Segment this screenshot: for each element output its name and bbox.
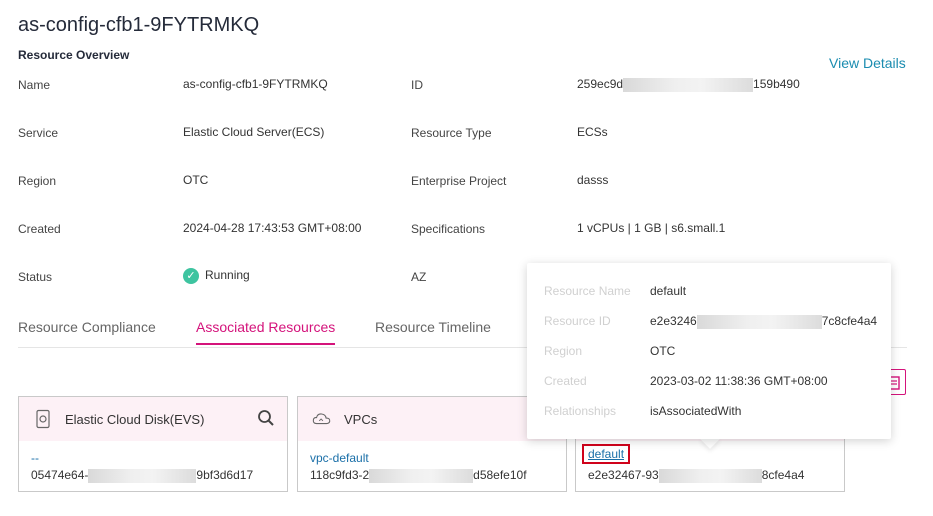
popover-id-suffix: 7c8cfe4a4: [821, 314, 878, 328]
evs-id-prefix: 05474e64-: [31, 468, 89, 482]
tab-resource-compliance[interactable]: Resource Compliance: [18, 319, 156, 335]
status-label: Status: [18, 270, 53, 284]
popover-name-label: Resource Name: [544, 284, 631, 298]
evs-card-header: Elastic Cloud Disk(EVS): [19, 397, 287, 441]
id-label: ID: [411, 78, 423, 92]
search-icon[interactable]: [257, 409, 275, 427]
vpc-resource-link[interactable]: vpc-default: [310, 451, 369, 465]
specifications-value: 1 vCPUs | 1 GB | s6.small.1: [577, 221, 726, 235]
check-circle-icon: ✓: [183, 268, 199, 284]
disk-icon: [36, 409, 50, 429]
page-title: as-config-cfb1-9FYTRMKQ: [18, 14, 260, 36]
popover-created-value: 2023-03-02 11:38:36 GMT+08:00: [650, 374, 828, 388]
active-tab-indicator: [196, 343, 335, 345]
popover-id-prefix: e2e3246: [650, 314, 697, 328]
security-group-link-text[interactable]: default: [582, 444, 631, 464]
region-value: OTC: [183, 173, 209, 187]
popover-created-label: Created: [544, 374, 587, 388]
resource-type-label: Resource Type: [411, 126, 492, 140]
evs-id-suffix: 9bf3d6d17: [196, 468, 254, 482]
vpc-card-header: VPCs: [298, 397, 566, 441]
popover-id-value: e2e3246 7c8cfe4a4: [650, 314, 877, 329]
popover-relationships-label: Relationships: [544, 404, 617, 418]
tab-associated-resources[interactable]: Associated Resources: [196, 319, 335, 335]
sg-id-mask: [658, 468, 762, 483]
vpc-id-prefix: 118c9fd3-2: [310, 468, 370, 482]
enterprise-project-label: Enterprise Project: [411, 174, 507, 188]
name-value: as-config-cfb1-9FYTRMKQ: [183, 77, 328, 91]
resource-type-value: ECSs: [577, 125, 608, 139]
vpc-resource-id: 118c9fd3-2 d58efe10f: [310, 468, 527, 483]
popover-name-value: default: [650, 284, 687, 298]
cloud-icon: [312, 413, 331, 425]
az-label: AZ: [411, 270, 427, 284]
status-text: Running: [205, 268, 250, 283]
security-group-resource-id: e2e32467-93 8cfe4a4: [588, 468, 804, 483]
vpc-id-mask: [369, 468, 474, 483]
enterprise-project-value: dasss: [577, 173, 609, 187]
resource-popover: Resource Name default Resource ID e2e324…: [527, 263, 891, 439]
popover-id-label: Resource ID: [544, 314, 611, 328]
status-value: ✓ Running: [183, 268, 250, 284]
evs-card: Elastic Cloud Disk(EVS) -- 05474e64- 9bf3…: [18, 396, 288, 492]
specifications-label: Specifications: [411, 222, 486, 236]
sg-id-suffix: 8cfe4a4: [761, 468, 805, 482]
created-label: Created: [18, 222, 61, 236]
sg-id-prefix: e2e32467-93: [588, 468, 659, 482]
vpc-card-title: VPCs: [344, 412, 378, 427]
evs-resource-link[interactable]: --: [31, 451, 39, 465]
popover-id-mask: [696, 314, 822, 329]
id-value: 259ec9d 159b490: [577, 77, 800, 92]
region-label: Region: [18, 174, 57, 188]
created-value: 2024-04-28 17:43:53 GMT+08:00: [183, 221, 362, 235]
id-suffix: 159b490: [753, 77, 800, 91]
id-prefix: 259ec9d: [577, 77, 624, 91]
tab-resource-timeline[interactable]: Resource Timeline: [375, 319, 491, 335]
name-label: Name: [18, 78, 51, 92]
evs-card-title: Elastic Cloud Disk(EVS): [65, 412, 205, 427]
view-details-link[interactable]: View Details: [829, 55, 906, 71]
evs-id-mask: [88, 468, 197, 483]
security-group-resource-link[interactable]: default: [582, 444, 631, 464]
section-title: Resource Overview: [18, 48, 130, 62]
popover-region-label: Region: [544, 344, 583, 358]
vpc-id-suffix: d58efe10f: [473, 468, 527, 482]
popover-relationships-value: isAssociatedWith: [650, 404, 742, 418]
id-mask: [623, 77, 754, 92]
popover-region-value: OTC: [650, 344, 676, 358]
evs-resource-id: 05474e64- 9bf3d6d17: [31, 468, 253, 483]
service-label: Service: [18, 126, 59, 140]
service-value: Elastic Cloud Server(ECS): [183, 125, 325, 139]
